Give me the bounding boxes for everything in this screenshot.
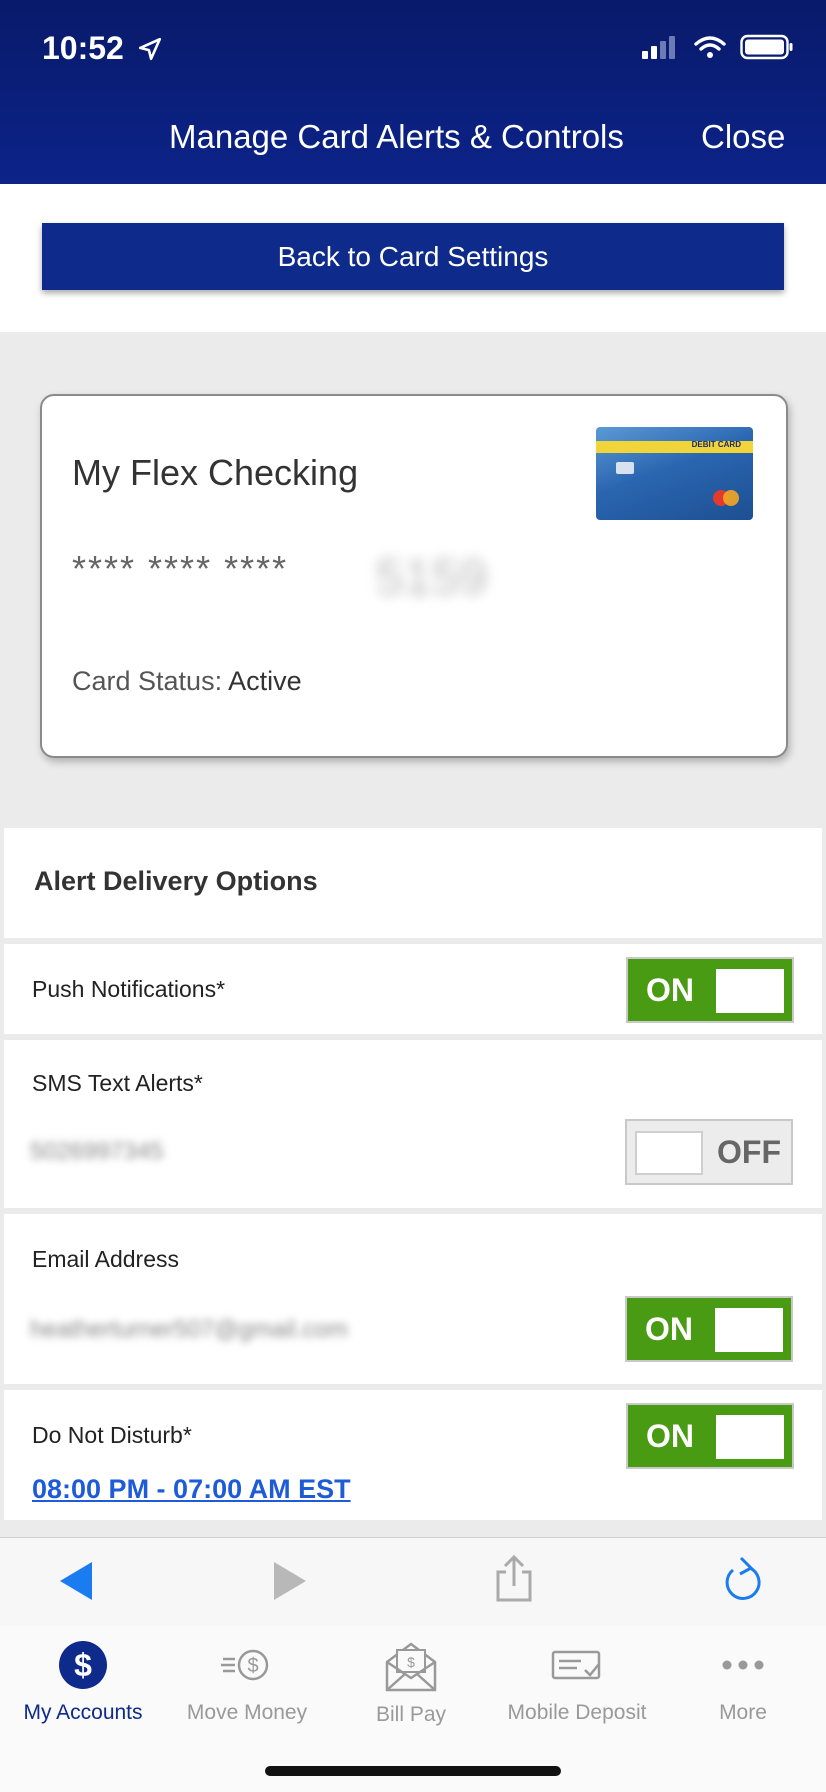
email-alerts-toggle[interactable]: ON bbox=[625, 1296, 793, 1362]
svg-text:$: $ bbox=[74, 1647, 92, 1683]
card-status: Card Status: Active bbox=[72, 666, 302, 697]
tab-label: Mobile Deposit bbox=[507, 1701, 647, 1724]
tab-label: My Accounts bbox=[23, 1701, 143, 1724]
tab-label: Bill Pay bbox=[375, 1703, 447, 1726]
push-notifications-toggle[interactable]: ON bbox=[626, 957, 794, 1023]
move-money-icon: $ bbox=[221, 1649, 269, 1681]
svg-text:$: $ bbox=[247, 1655, 258, 1677]
reload-icon[interactable] bbox=[720, 1554, 766, 1604]
tab-label: More bbox=[719, 1701, 767, 1724]
back-arrow-icon[interactable] bbox=[58, 1560, 94, 1602]
browser-toolbar bbox=[0, 1537, 826, 1627]
share-icon[interactable] bbox=[492, 1554, 536, 1604]
card-thumb-text: DEBIT CARD bbox=[691, 440, 741, 449]
forward-arrow-icon[interactable] bbox=[272, 1560, 308, 1602]
tab-more[interactable]: More bbox=[668, 1640, 818, 1725]
toggle-state: ON bbox=[646, 971, 694, 1008]
tab-move-money[interactable]: $ Move Money bbox=[172, 1640, 322, 1725]
toggle-knob bbox=[716, 969, 784, 1013]
toggle-state: OFF bbox=[717, 1133, 781, 1170]
status-icons bbox=[640, 34, 794, 60]
envelope-icon: $ bbox=[385, 1642, 437, 1692]
sms-alerts-toggle[interactable]: OFF bbox=[625, 1119, 793, 1185]
toggle-knob bbox=[715, 1308, 783, 1352]
push-notifications-label: Push Notifications* bbox=[32, 976, 226, 1002]
signal-icon bbox=[642, 36, 675, 59]
toggle-knob bbox=[635, 1131, 703, 1175]
close-button[interactable]: Close bbox=[701, 118, 785, 156]
check-deposit-icon bbox=[551, 1650, 601, 1680]
mastercard-logo-orange bbox=[723, 490, 739, 506]
do-not-disturb-label: Do Not Disturb* bbox=[32, 1422, 192, 1448]
home-indicator bbox=[265, 1766, 561, 1776]
page-title: Manage Card Alerts & Controls bbox=[169, 118, 624, 155]
svg-text:$: $ bbox=[407, 1654, 415, 1670]
toggle-state: ON bbox=[645, 1310, 693, 1347]
tab-bill-pay[interactable]: $ Bill Pay bbox=[336, 1640, 486, 1727]
debit-card-image: DEBIT CARD bbox=[596, 427, 753, 520]
do-not-disturb-schedule-link[interactable]: 08:00 PM - 07:00 AM EST bbox=[32, 1474, 351, 1505]
do-not-disturb-toggle[interactable]: ON bbox=[626, 1403, 794, 1469]
tab-my-accounts[interactable]: $ My Accounts bbox=[8, 1640, 158, 1725]
toggle-state: ON bbox=[646, 1417, 694, 1454]
battery-icon bbox=[740, 34, 793, 60]
card-last4-blurred: 5159 bbox=[376, 549, 488, 605]
status-time: 10:52 bbox=[42, 30, 163, 67]
card-status-value: Active bbox=[228, 666, 302, 696]
sms-phone-blurred: 5026997345 bbox=[30, 1138, 164, 1165]
card-chip bbox=[616, 462, 634, 474]
toggle-knob bbox=[716, 1415, 784, 1459]
sms-alerts-label: SMS Text Alerts* bbox=[32, 1070, 203, 1096]
card-status-label: Card Status: bbox=[72, 666, 223, 696]
app-header bbox=[0, 0, 826, 184]
card-name: My Flex Checking bbox=[72, 452, 359, 493]
dollar-circle-icon: $ bbox=[59, 1641, 107, 1689]
location-arrow-icon bbox=[138, 37, 161, 61]
email-address-blurred: heatherturner507@gmail.com bbox=[30, 1316, 348, 1343]
section-title: Alert Delivery Options bbox=[34, 866, 318, 896]
tab-mobile-deposit[interactable]: Mobile Deposit bbox=[502, 1640, 652, 1725]
more-dots-icon bbox=[722, 1660, 764, 1670]
back-to-card-settings-button[interactable]: Back to Card Settings bbox=[42, 223, 784, 290]
card-masked-number: **** **** **** bbox=[72, 548, 289, 589]
wifi-icon bbox=[694, 36, 726, 58]
email-address-label: Email Address bbox=[32, 1246, 180, 1272]
tab-label: Move Money bbox=[186, 1701, 308, 1724]
